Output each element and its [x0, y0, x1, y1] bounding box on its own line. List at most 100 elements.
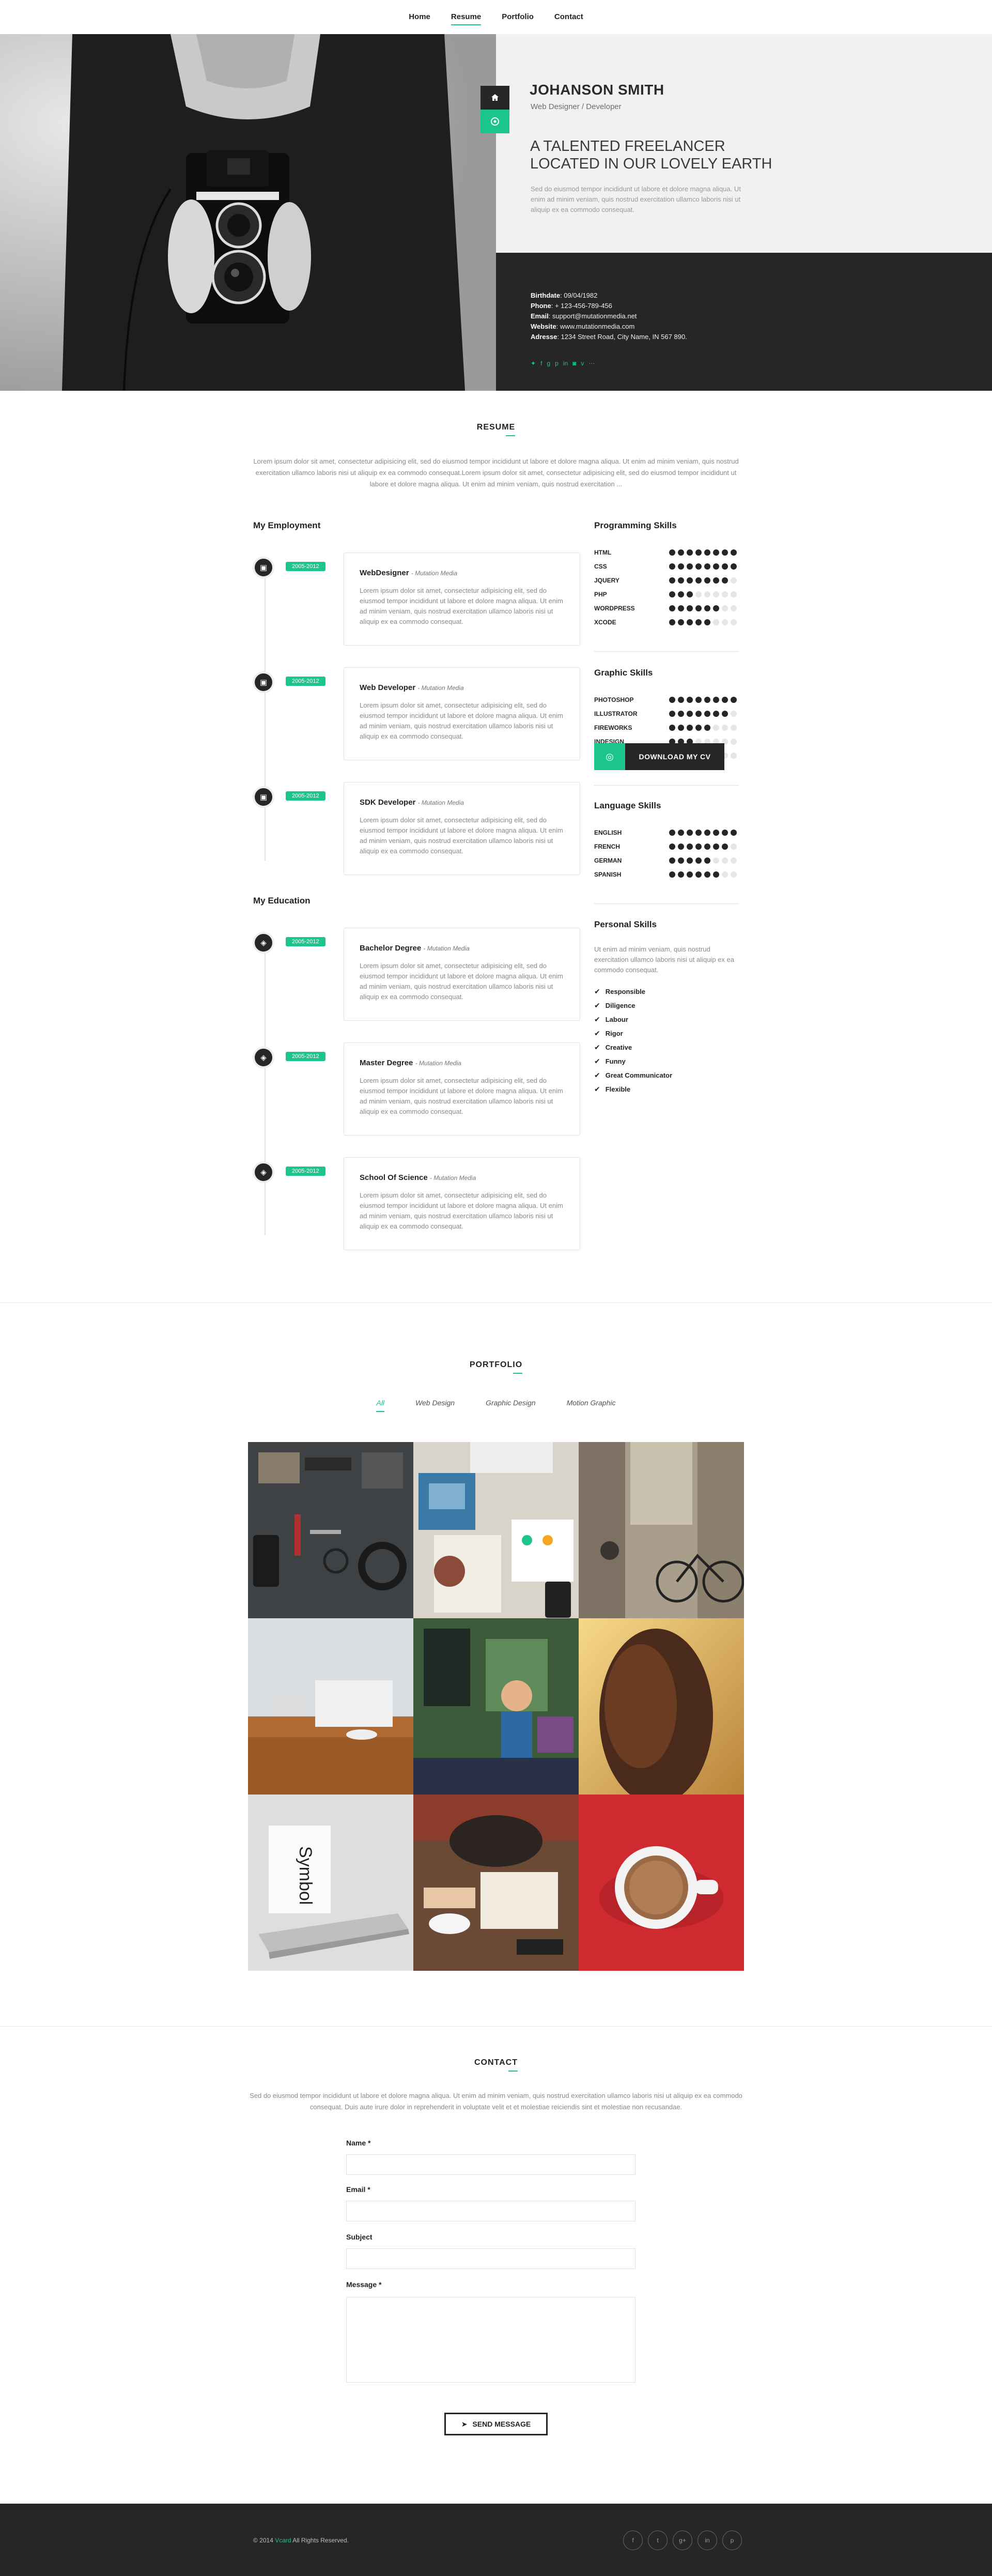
- check-icon: ✔: [594, 1015, 600, 1023]
- portfolio-image: Symbol: [248, 1795, 413, 1971]
- portfolio-item-street[interactable]: [579, 1442, 744, 1618]
- skill-row: ENGLISH: [594, 825, 739, 839]
- skill-rating: [669, 577, 737, 584]
- rating-dot: [678, 549, 684, 556]
- hero-text: Sed do eiusmod tempor incididunt ut labo…: [531, 185, 741, 213]
- rating-dot: [731, 710, 737, 717]
- subject-field[interactable]: [346, 2248, 636, 2269]
- rating-dot: [713, 710, 719, 717]
- rating-dot: [722, 871, 728, 878]
- rating-dot: [713, 724, 719, 731]
- target-tab[interactable]: [481, 110, 509, 133]
- rating-dot: [731, 619, 737, 625]
- home-tab[interactable]: [481, 86, 509, 110]
- personal-item: ✔ Funny: [594, 1057, 626, 1065]
- card-description: Lorem ipsum dolor sit amet, consectetur …: [360, 816, 563, 855]
- rating-dot: [731, 549, 737, 556]
- skill-rating: [669, 563, 737, 570]
- rating-dot: [669, 843, 675, 850]
- rating-dot: [687, 724, 693, 731]
- email-field[interactable]: [346, 2201, 636, 2221]
- linkedin-icon[interactable]: in: [563, 360, 568, 367]
- rating-dot: [678, 724, 684, 731]
- skill-rating: [669, 843, 737, 850]
- portfolio-item-laptop-desk[interactable]: [248, 1618, 413, 1795]
- skill-rating: [669, 724, 737, 731]
- instagram-icon[interactable]: ◙: [572, 360, 576, 367]
- employment-item: ▣ 2005-2012 WebDesigner - Mutation Media…: [253, 553, 581, 646]
- rating-dot: [713, 591, 719, 597]
- skill-name: WORDPRESS: [594, 604, 635, 612]
- filter-all[interactable]: All: [376, 1399, 384, 1412]
- linkedin-icon[interactable]: in: [698, 2531, 717, 2550]
- skill-name: FIREWORKS: [594, 724, 632, 731]
- rating-dot: [678, 857, 684, 864]
- portfolio-item-desk-accessories[interactable]: [248, 1442, 413, 1618]
- skill-list: HTML CSS JQUERY PHP WORDPRESS XCODE: [594, 545, 739, 629]
- portfolio-item-girl-sunset[interactable]: [579, 1618, 744, 1795]
- name-field[interactable]: [346, 2154, 636, 2175]
- nav-resume[interactable]: Resume: [451, 12, 482, 25]
- twitter-icon[interactable]: t: [648, 2531, 668, 2550]
- brand-link[interactable]: Vcard: [275, 2537, 291, 2544]
- portfolio-item-workspace[interactable]: [413, 1442, 579, 1618]
- nav-portfolio[interactable]: Portfolio: [502, 12, 534, 22]
- skill-rating: [669, 710, 737, 717]
- message-field[interactable]: [346, 2297, 636, 2383]
- rating-dot: [678, 563, 684, 570]
- card-description: Lorem ipsum dolor sit amet, consectetur …: [360, 962, 563, 1001]
- skill-row: FIREWORKS: [594, 720, 739, 734]
- rating-dot: [669, 696, 675, 703]
- name-label: Name *: [346, 2139, 371, 2147]
- skill-row: PHOTOSHOP: [594, 693, 739, 707]
- skill-row: CSS: [594, 559, 739, 573]
- rating-dot: [731, 871, 737, 878]
- googleplus-icon[interactable]: g+: [673, 2531, 692, 2550]
- rating-dot: [713, 696, 719, 703]
- portfolio-item-cafe[interactable]: [413, 1618, 579, 1795]
- googleplus-icon[interactable]: g: [547, 360, 550, 367]
- filter-motion-graphic[interactable]: Motion Graphic: [567, 1399, 616, 1407]
- portfolio-item-coffee-cup[interactable]: [579, 1795, 744, 1971]
- share-icon[interactable]: ⋯: [588, 360, 595, 367]
- vimeo-icon[interactable]: v: [581, 360, 584, 367]
- card-title: Web Developer - Mutation Media: [360, 683, 464, 692]
- filter-graphic-design[interactable]: Graphic Design: [486, 1399, 536, 1407]
- send-message-button[interactable]: ➤ SEND MESSAGE: [444, 2413, 548, 2435]
- skill-row: WORDPRESS: [594, 601, 739, 615]
- filter-web-design[interactable]: Web Design: [415, 1399, 455, 1407]
- nav-home[interactable]: Home: [409, 12, 430, 22]
- date-badge: 2005-2012: [286, 677, 326, 686]
- education-title: My Education: [253, 896, 311, 906]
- rating-dot: [678, 591, 684, 597]
- download-cv-button[interactable]: ◎ DOWNLOAD MY CV: [594, 743, 724, 770]
- card-description: Lorem ipsum dolor sit amet, consectetur …: [360, 701, 563, 740]
- facebook-icon[interactable]: f: [623, 2531, 643, 2550]
- skill-row: ILLUSTRATOR: [594, 707, 739, 720]
- personal-item: ✔ Flexible: [594, 1085, 631, 1093]
- card-description: Lorem ipsum dolor sit amet, consectetur …: [360, 1077, 563, 1115]
- pinterest-icon[interactable]: p: [722, 2531, 742, 2550]
- education-item: ◈ 2005-2012 School Of Science - Mutation…: [253, 1157, 581, 1250]
- rating-dot: [669, 591, 675, 597]
- resume-title: RESUME: [476, 423, 516, 436]
- facebook-icon[interactable]: f: [540, 360, 542, 367]
- message-label: Message *: [346, 2280, 382, 2289]
- footer: © 2014 Vcard All Rights Reserved. f t g+…: [0, 2504, 992, 2576]
- rating-dot: [731, 724, 737, 731]
- portfolio-item-coffee-notes[interactable]: [413, 1795, 579, 1971]
- hero-social-links: ✦ f g p in ◙ v ⋯: [531, 360, 595, 367]
- timeline-card: Web Developer - Mutation Media Lorem ips…: [344, 667, 580, 760]
- portfolio-item-symbol-book[interactable]: Symbol: [248, 1795, 413, 1971]
- twitter-icon[interactable]: ✦: [531, 360, 536, 367]
- education-item: ◈ 2005-2012 Master Degree - Mutation Med…: [253, 1042, 581, 1136]
- contact-title: CONTACT: [474, 2058, 518, 2072]
- hero-contact-info: Birthdate: 09/04/1982 Phone: + 123-456-7…: [531, 290, 799, 342]
- rating-dot: [731, 738, 737, 745]
- card-description: Lorem ipsum dolor sit amet, consectetur …: [360, 1191, 563, 1230]
- nav-contact[interactable]: Contact: [554, 12, 583, 22]
- rating-dot: [731, 829, 737, 836]
- pinterest-icon[interactable]: p: [555, 360, 559, 367]
- section-divider: [0, 2026, 992, 2027]
- skill-name: XCODE: [594, 618, 616, 626]
